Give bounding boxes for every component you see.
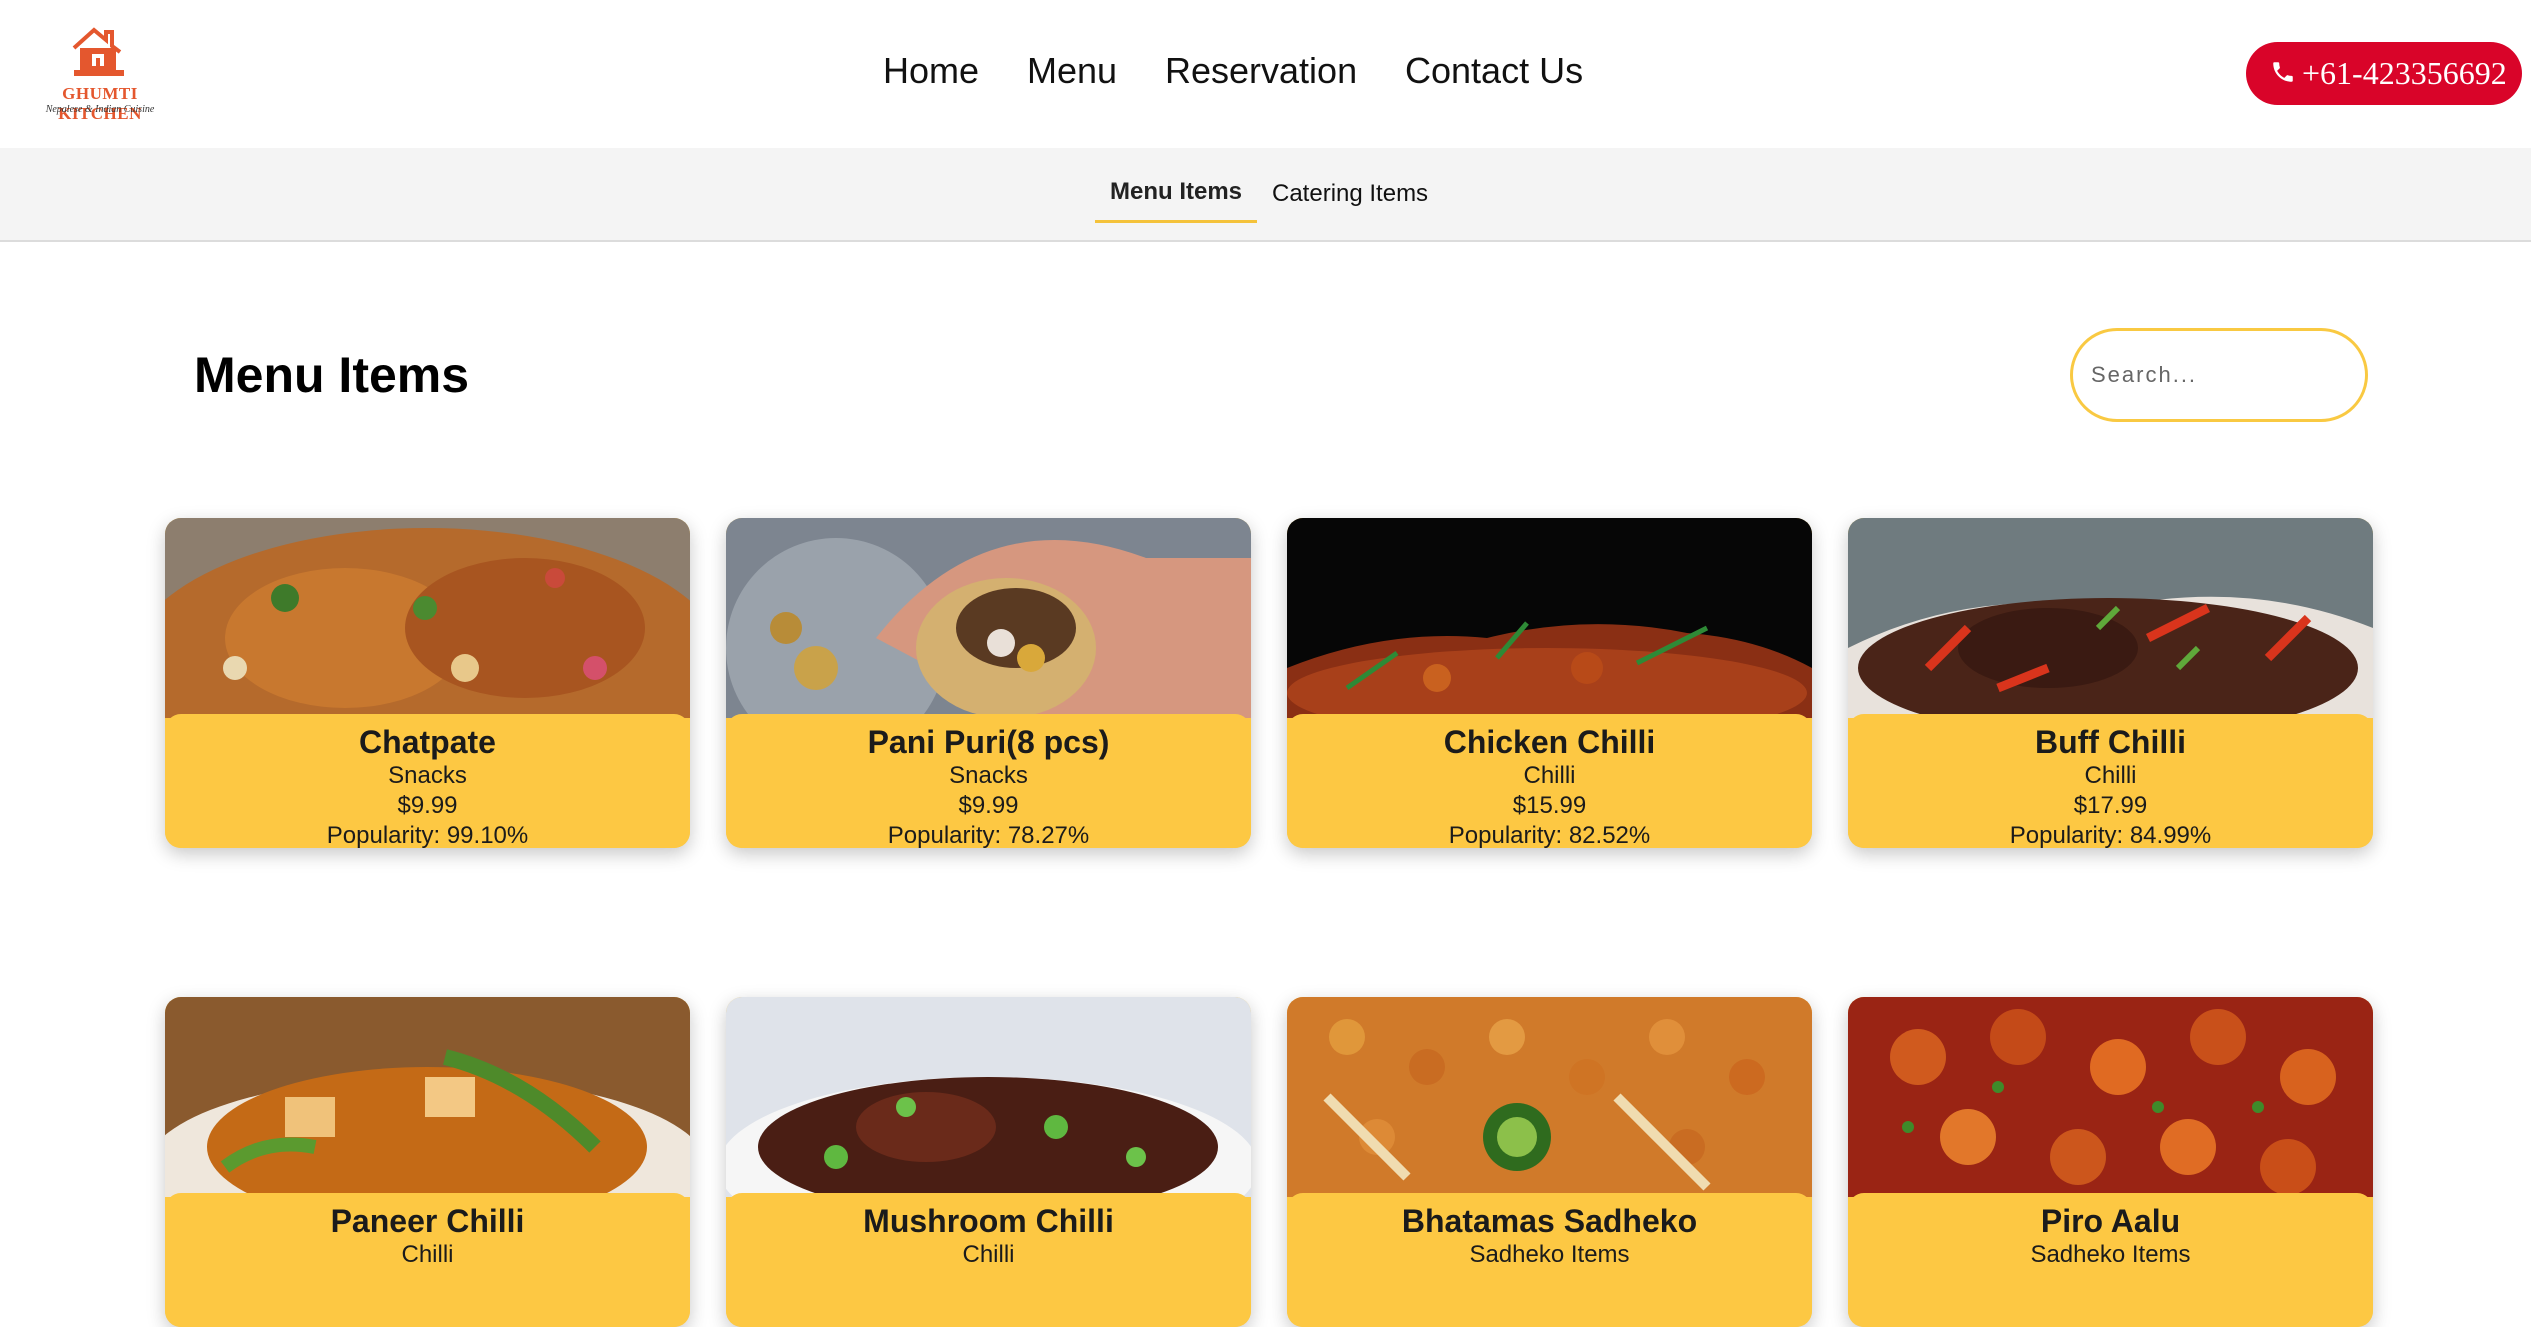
item-name: Paneer Chilli [330,1203,525,1239]
menu-card[interactable]: Mushroom Chilli Chilli [726,997,1251,1327]
food-image [1287,997,1812,1197]
phone-number: +61-423356692 [2302,55,2507,91]
item-price: $15.99 [1512,792,1587,819]
page-title: Menu Items [194,347,470,403]
site-header: GHUMTI KITCHEN Nepalese & Indian Cuisine… [0,0,2531,148]
food-image [165,518,690,718]
item-category: Chilli [2084,762,2137,789]
item-name: Piro Aalu [2040,1203,2181,1239]
menu-card[interactable]: Chicken Chilli Chilli $15.99 Popularity:… [1287,518,1812,848]
phone-icon [2273,62,2293,82]
nav-home[interactable]: Home [883,50,979,92]
nav-menu[interactable]: Menu [1027,50,1117,92]
card-info: Paneer Chilli Chilli [165,1193,690,1327]
card-info: Mushroom Chilli Chilli [726,1193,1251,1327]
item-popularity: Popularity: 99.10% [326,822,529,848]
tab-menu-items[interactable]: Menu Items [1110,178,1242,206]
item-price: $9.99 [958,792,1019,819]
house-logo-icon [72,27,124,76]
item-price: $9.99 [397,792,458,819]
menu-card[interactable]: Piro Aalu Sadheko Items [1848,997,2373,1327]
card-info: Buff Chilli Chilli $17.99 Popularity: 84… [1848,714,2373,848]
item-popularity: Popularity: 82.52% [1448,822,1651,848]
food-image [165,997,690,1197]
card-info: Chatpate Snacks $9.99 Popularity: 99.10% [165,714,690,848]
menu-card[interactable]: Chatpate Snacks $9.99 Popularity: 99.10% [165,518,690,848]
food-image [726,997,1251,1197]
brand-logo[interactable]: GHUMTI KITCHEN Nepalese & Indian Cuisine [22,26,178,123]
item-name: Chatpate [359,724,496,760]
menu-card[interactable]: Paneer Chilli Chilli [165,997,690,1327]
food-image [726,518,1251,718]
item-name: Pani Puri(8 pcs) [867,724,1110,760]
item-category: Chilli [962,1241,1015,1268]
item-category: Snacks [388,762,467,789]
call-button[interactable]: +61-423356692 [2246,42,2522,105]
item-category: Sadheko Items [2030,1241,2191,1268]
item-category: Chilli [401,1241,454,1268]
active-tab-indicator [1095,220,1257,223]
item-name: Bhatamas Sadheko [1401,1203,1698,1239]
nav-reservation[interactable]: Reservation [1165,50,1357,92]
item-name: Mushroom Chilli [863,1203,1114,1239]
food-image [1287,518,1812,718]
card-info: Bhatamas Sadheko Sadheko Items [1287,1193,1812,1327]
item-popularity: Popularity: 84.99% [2009,822,2212,848]
menu-tabs: Menu Items Catering Items [0,148,2531,242]
tab-catering-items[interactable]: Catering Items [1272,180,1428,208]
card-info: Chicken Chilli Chilli $15.99 Popularity:… [1287,714,1812,848]
nav-contact-us[interactable]: Contact Us [1405,50,1583,92]
search-input[interactable] [2070,328,2368,422]
menu-card[interactable]: Pani Puri(8 pcs) Snacks $9.99 Popularity… [726,518,1251,848]
item-name: Chicken Chilli [1443,724,1656,760]
item-category: Sadheko Items [1469,1241,1630,1268]
item-category: Snacks [949,762,1028,789]
item-category: Chilli [1523,762,1576,789]
menu-card[interactable]: Buff Chilli Chilli $17.99 Popularity: 84… [1848,518,2373,848]
card-info: Piro Aalu Sadheko Items [1848,1193,2373,1327]
item-name: Buff Chilli [2034,724,2187,760]
menu-card[interactable]: Bhatamas Sadheko Sadheko Items [1287,997,1812,1327]
item-price: $17.99 [2073,792,2148,819]
item-popularity: Popularity: 78.27% [887,822,1090,848]
food-image [1848,997,2373,1197]
card-info: Pani Puri(8 pcs) Snacks $9.99 Popularity… [726,714,1251,848]
food-image [1848,518,2373,718]
brand-tagline: Nepalese & Indian Cuisine [45,104,155,115]
